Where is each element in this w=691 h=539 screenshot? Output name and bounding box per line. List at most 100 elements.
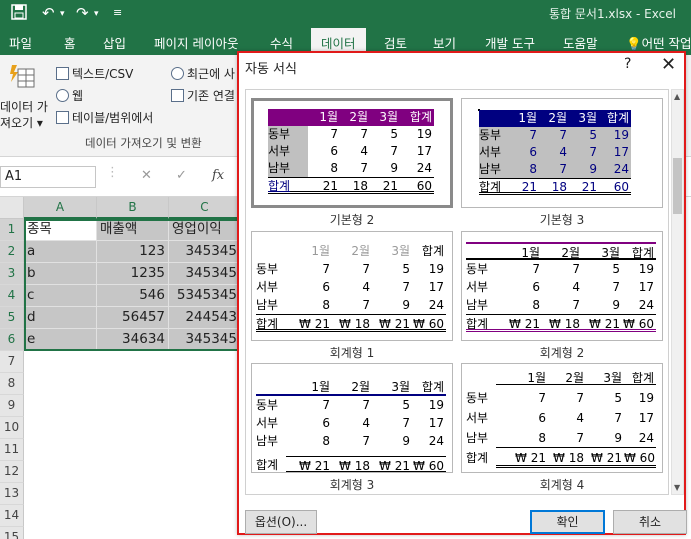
column-header-a[interactable]: A [24,197,97,219]
preview-row-label: 서부 [466,411,489,425]
column-header-b[interactable]: B [97,197,169,219]
redo-dropdown-icon[interactable]: ▾ [94,9,99,19]
cell-c1[interactable]: 영업이익 [169,219,241,241]
preview-jan-value: 7 [529,128,537,142]
tab-formulas[interactable]: 수식 [270,33,293,52]
cell-b1[interactable]: 매출액 [97,219,169,241]
undo-dropdown-icon[interactable]: ▾ [60,9,65,19]
tab-page-layout[interactable]: 페이지 레이아웃 [154,33,238,52]
format-option-accounting-1[interactable]: 1월 2월 3월 합계 동부 7 7 5 19 서부 6 4 7 17 남부 8 7 9 24 합계 ₩ 21 ₩ 18 ₩… [251,231,453,341]
customize-toolbar-icon[interactable]: ≡ [113,6,122,19]
preview-header-row: 1월 2월 3월 합계 [256,242,446,260]
scroll-up-icon[interactable]: ▲ [674,92,680,101]
preview-jan-value: 8 [322,298,330,312]
row-header[interactable]: 10 [0,417,24,439]
tab-insert[interactable]: 삽입 [103,33,126,52]
get-data-icon[interactable] [8,63,36,91]
save-icon[interactable] [11,4,27,24]
cell-a1[interactable]: 종목 [24,219,97,241]
ok-button[interactable]: 확인 [530,510,605,534]
cell-a4[interactable]: c [24,285,97,307]
preview-total-value: 17 [428,416,444,430]
preview-total-value: 합계 [606,111,629,125]
cell-b4[interactable]: 546 [97,285,169,307]
cell-c2[interactable]: 345345 [169,241,241,263]
preview-jan-value: 7 [532,262,540,276]
format-option-accounting-3[interactable]: 1월 2월 3월 합계 동부 7 7 5 19 서부 6 4 7 17 남부 8 7 9 24 합계 ₩ 21 ₩ 18 ₩… [251,363,453,473]
cell-a3[interactable]: b [24,263,97,285]
scrollbar-thumb[interactable] [673,158,682,214]
cell-c5[interactable]: 244543 [169,307,241,329]
tell-me-search[interactable]: 💡어떤 작업 [626,33,691,52]
recent-sources-button[interactable]: 최근에 사 [171,65,235,82]
existing-connections-button[interactable]: 기존 연결 [171,87,235,104]
column-header-c[interactable]: C [169,197,241,219]
row-header[interactable]: 12 [0,461,24,483]
tab-developer[interactable]: 개발 도구 [485,33,535,52]
cell-c6[interactable]: 345345 [169,329,241,351]
row-header[interactable]: 8 [0,373,24,395]
row-header[interactable]: 4 [0,285,24,307]
text-csv-button[interactable]: 텍스트/CSV [56,65,133,82]
row-header[interactable]: 3 [0,263,24,285]
get-data-label[interactable]: 데이터 가 [0,98,48,115]
cancel-formula-icon[interactable]: ✕ [141,168,152,183]
preview-row: 남부 8 7 9 24 [466,296,656,314]
row-header[interactable]: 9 [0,395,24,417]
preview-total-value: 19 [638,262,654,276]
table-range-button[interactable]: 테이블/범위에서 [56,109,153,126]
row-header[interactable]: 6 [0,329,24,351]
cell-c4[interactable]: 5345345 [169,285,241,307]
scroll-down-icon[interactable]: ▼ [674,483,680,492]
tab-view[interactable]: 보기 [433,33,456,52]
options-button[interactable]: 옵션(O)... [245,510,317,534]
cell-b3[interactable]: 1235 [97,263,169,285]
preview-jan-value: 7 [322,398,330,412]
cell-c3[interactable]: 345345 [169,263,241,285]
preview-jan-value: ₩ 21 [509,317,540,331]
row-header[interactable]: 13 [0,483,24,505]
help-icon[interactable]: ? [624,56,631,72]
get-data-dropdown[interactable]: 져오기 ▾ [0,114,43,131]
preview-jan-value: 8 [532,298,540,312]
tab-file[interactable]: 파일 [9,33,32,52]
cell-a5[interactable]: d [24,307,97,329]
format-option-basic-2[interactable]: 1월 2월 3월 합계 동부 7 7 5 19 서부 6 4 7 17 남부 8 7 9 24 합계 21 18 21 60 [251,98,453,208]
undo-icon[interactable]: ↶ [42,4,55,22]
name-box[interactable]: A1 [0,166,96,188]
row-header[interactable]: 1 [0,219,24,241]
cell-a2[interactable]: a [24,241,97,263]
preview-total-value: 17 [613,145,629,159]
tab-home[interactable]: 홈 [64,33,76,52]
cancel-button[interactable]: 취소 [613,510,687,534]
tab-help[interactable]: 도움말 [563,33,598,52]
preview-mar-value: 7 [612,280,620,294]
preview-total-value: 19 [613,128,629,142]
select-all-corner[interactable] [0,197,24,219]
preview-row: 동부 7 7 5 19 [256,260,446,278]
format-option-accounting-2[interactable]: 1월 2월 3월 합계 동부 7 7 5 19 서부 6 4 7 17 남부 8 7 9 24 합계 ₩ 21 ₩ 18 ₩… [461,231,663,341]
close-icon[interactable]: ✕ [661,54,676,75]
format-option-basic-3[interactable]: 1월 2월 3월 합계 동부 7 7 5 19 서부 6 4 7 17 남부 8 7 9 24 합계 21 18 21 60 [461,98,663,208]
preview-total-value: 19 [428,398,444,412]
enter-formula-icon[interactable]: ✓ [176,168,187,183]
gallery-scrollbar[interactable]: ▲ ▼ [671,89,684,495]
cell-a6[interactable]: e [24,329,97,351]
redo-icon[interactable]: ↷ [76,4,89,22]
row-header[interactable]: 14 [0,505,24,527]
row-header[interactable]: 7 [0,351,24,373]
row-header[interactable]: 2 [0,241,24,263]
format-option-accounting-4[interactable]: 1월 2월 3월 합계 동부 7 7 5 19 서부 6 4 7 17 남부 8 7 9 24 합계 ₩ 21 ₩ 18 ₩… [461,363,663,473]
tab-review[interactable]: 검토 [384,33,407,52]
cell-b5[interactable]: 56457 [97,307,169,329]
row-header[interactable]: 5 [0,307,24,329]
preview-row-label: 서부 [466,280,489,294]
row-header[interactable]: 11 [0,439,24,461]
insert-function-icon[interactable]: fx [212,168,224,183]
preview-total-value: 24 [624,428,656,448]
cell-b2[interactable]: 123 [97,241,169,263]
web-button[interactable]: 웹 [56,87,83,104]
cell-b6[interactable]: 34634 [97,329,169,351]
row-header[interactable]: 15 [0,527,24,539]
preview-total-value: 24 [416,161,432,175]
